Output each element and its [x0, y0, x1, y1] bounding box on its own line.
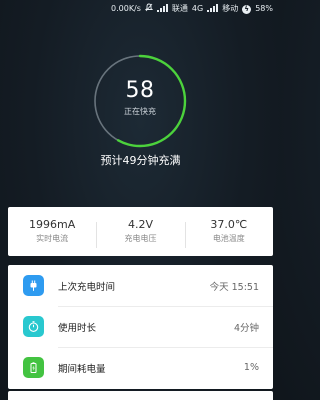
network-speed: 0.00K/s [111, 4, 141, 13]
stat-voltage: 4.2V 充电电压 [96, 218, 184, 248]
charge-progress-ring: 58 正在快充 [91, 52, 189, 150]
carrier-2: 移动 [222, 4, 239, 13]
list-item-last-charge: 上次充电时间 今天 15:51 [8, 265, 273, 306]
row-value: 1% [243, 362, 259, 373]
battery-charge-icon [23, 357, 44, 378]
charge-estimate: 预计49分钟充满 [100, 154, 181, 167]
stat-label: 充电电压 [124, 234, 157, 243]
list-item-power-used: 期间耗电量 1% [8, 347, 273, 388]
battery-percent: 58% [255, 4, 273, 13]
next-card-edge [8, 391, 273, 400]
row-value: 今天 15:51 [209, 281, 259, 293]
stat-temperature: 37.0℃ 电池温度 [184, 218, 273, 248]
battery-charging-icon: ϟ [242, 4, 252, 14]
row-label: 使用时长 [58, 322, 97, 334]
list-item-usage-time: 使用时长 4分钟 [8, 306, 273, 347]
stat-label: 电池温度 [212, 234, 245, 243]
signal-1-icon [156, 3, 168, 15]
charge-level: 58 [125, 78, 155, 103]
charge-status: 正在快充 [124, 107, 156, 116]
signal-2-icon [207, 3, 219, 15]
stopwatch-icon [23, 316, 44, 337]
stat-label: 实时电流 [36, 234, 69, 243]
row-label: 期间耗电量 [58, 363, 106, 375]
stat-value: 1996mA [29, 218, 76, 231]
status-bar: 0.00K/s 联通 4G 移动 ϟ 58% [0, 0, 281, 18]
row-value: 4分钟 [233, 322, 259, 334]
network-type: 4G [191, 4, 204, 13]
charging-stats-card: 1996mA 实时电流 4.2V 充电电压 37.0℃ 电池温度 [8, 207, 273, 256]
stat-value: 4.2V [127, 218, 153, 231]
plug-icon [23, 275, 44, 296]
stat-value: 37.0℃ [210, 218, 248, 231]
mute-icon [144, 3, 154, 15]
stat-current: 1996mA 实时电流 [8, 218, 96, 245]
row-label: 上次充电时间 [58, 281, 116, 293]
carrier-1: 联通 [171, 4, 188, 13]
charging-details-list: 上次充电时间 今天 15:51 使用时长 4分钟 期间耗电量 1% [8, 265, 273, 389]
